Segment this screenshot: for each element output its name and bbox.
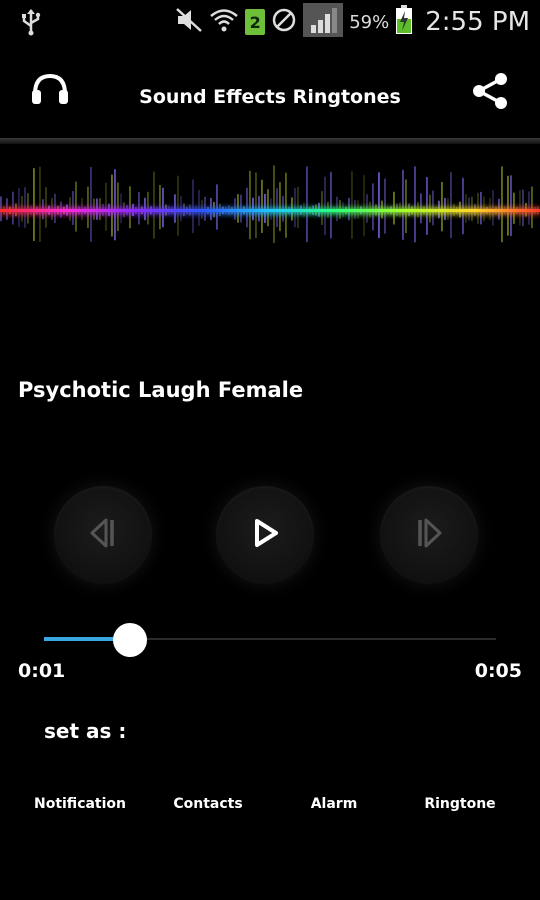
- total-time: 0:05: [474, 660, 522, 682]
- wifi-icon: [209, 7, 239, 37]
- ringtone-option[interactable]: Ringtone: [395, 796, 525, 812]
- waveform-visualizer: [0, 150, 540, 280]
- play-button[interactable]: [216, 486, 314, 584]
- play-icon: [248, 516, 282, 554]
- app-bar: Sound Effects Ringtones: [0, 44, 540, 138]
- previous-button[interactable]: [54, 486, 152, 584]
- song-title: Psychotic Laugh Female: [18, 378, 304, 402]
- app-title: Sound Effects Ringtones: [139, 86, 401, 108]
- set-as-label: set as :: [44, 719, 127, 743]
- previous-icon: [88, 516, 118, 554]
- notification-option[interactable]: Notification: [15, 796, 145, 812]
- next-button[interactable]: [380, 486, 478, 584]
- status-bar: 2 59% 2:55 PM: [0, 0, 540, 44]
- sim-icon: 2: [245, 9, 266, 35]
- set-as-options: Notification Contacts Alarm Ringtone: [0, 796, 540, 820]
- usb-icon: [20, 8, 42, 40]
- next-icon: [414, 516, 444, 554]
- seek-thumb[interactable]: [112, 623, 147, 657]
- contacts-option[interactable]: Contacts: [143, 796, 273, 812]
- app-bar-divider: [0, 138, 540, 144]
- alarm-option[interactable]: Alarm: [269, 796, 399, 812]
- block-icon: [271, 7, 297, 37]
- current-time: 0:01: [18, 660, 66, 682]
- signal-icon: [303, 3, 344, 41]
- share-icon[interactable]: [470, 72, 510, 114]
- battery-charging-icon: [395, 5, 413, 39]
- seek-bar[interactable]: [44, 623, 496, 657]
- status-clock: 2:55 PM: [425, 7, 530, 37]
- mute-icon: [175, 7, 203, 37]
- battery-percentage: 59%: [349, 11, 390, 33]
